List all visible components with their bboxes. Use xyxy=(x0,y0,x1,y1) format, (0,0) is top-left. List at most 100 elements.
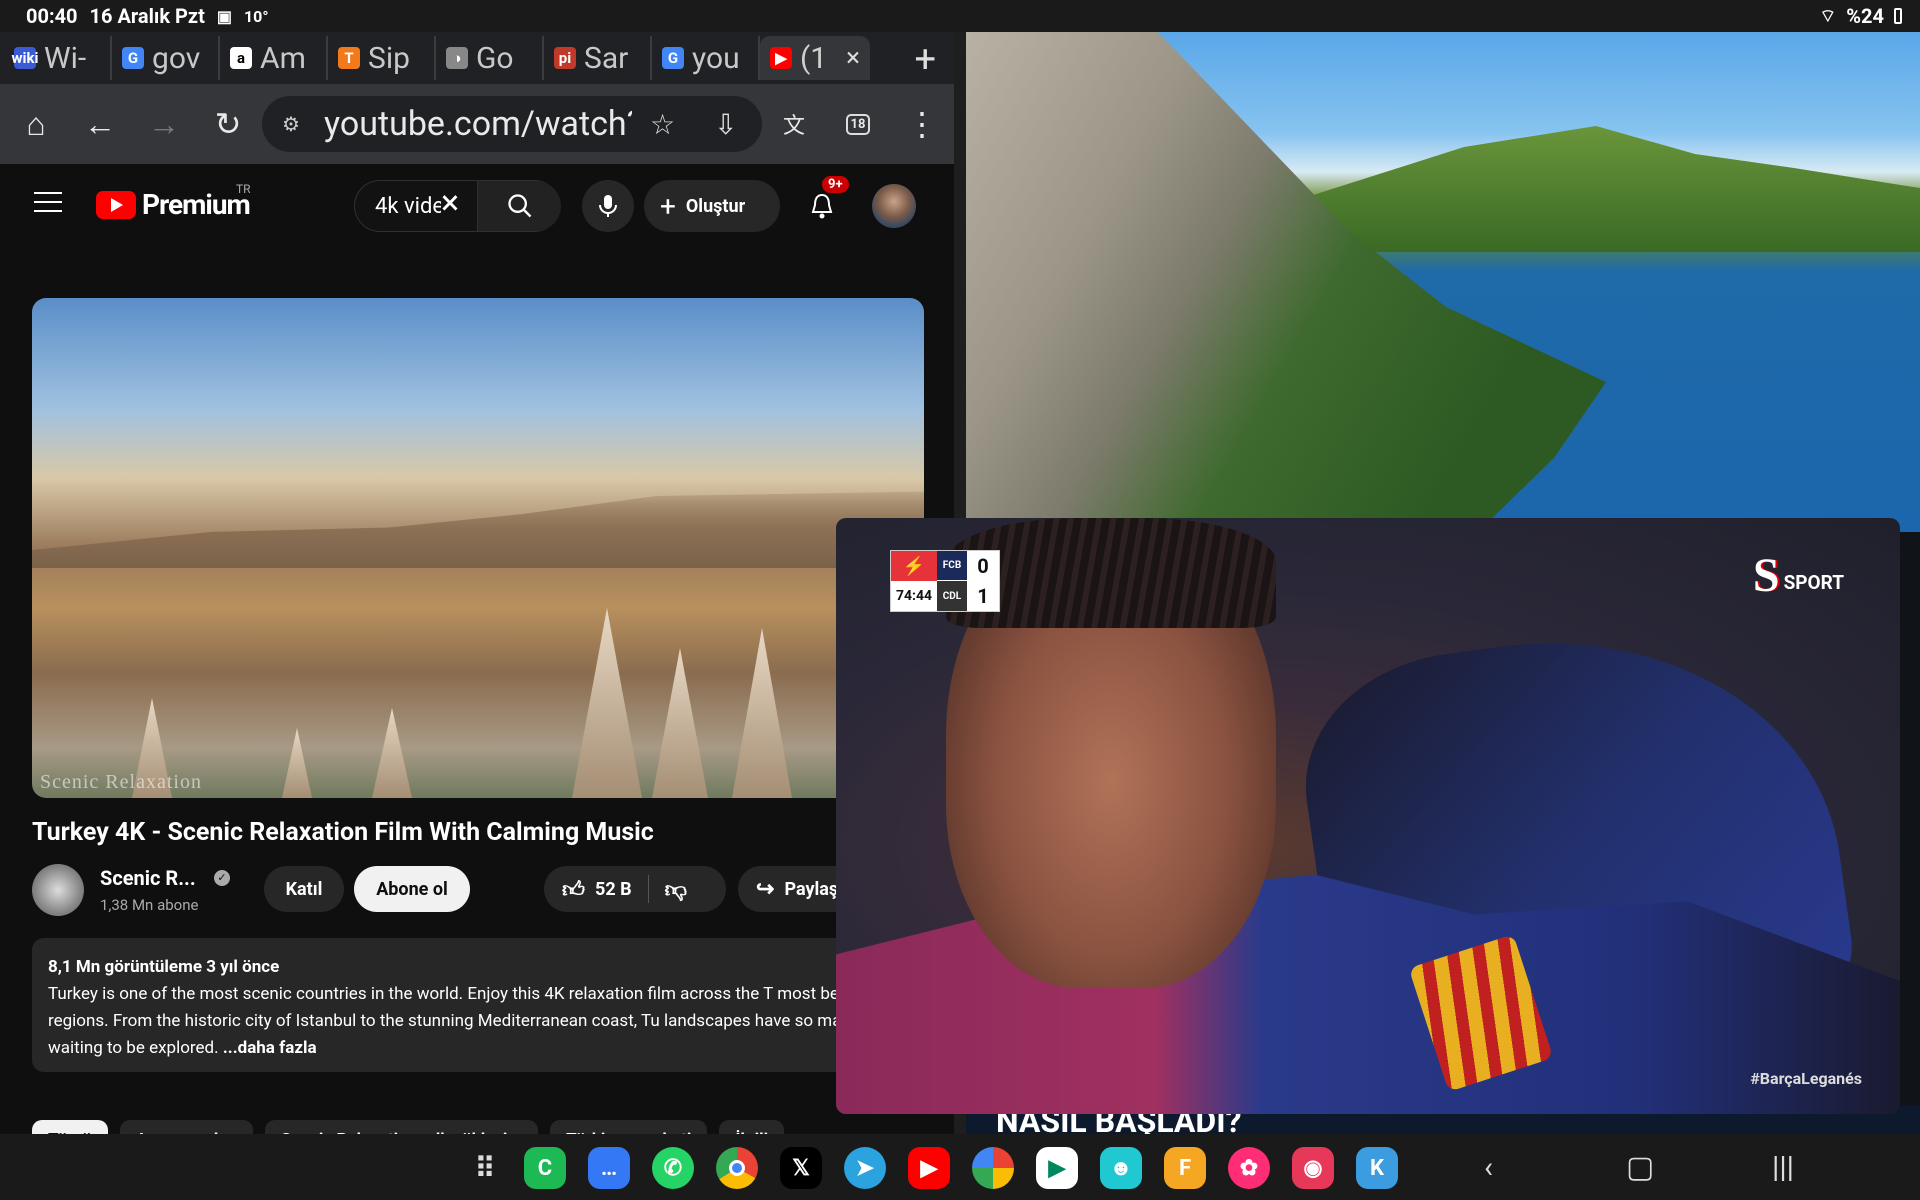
browser-tab[interactable]: ▶ (1 × xyxy=(760,36,870,80)
tab-favicon-icon: T xyxy=(338,47,360,69)
divider xyxy=(647,875,649,903)
nav-home-icon[interactable]: ▢ xyxy=(1626,1150,1654,1185)
nav-recents-icon[interactable]: ||| xyxy=(1772,1150,1794,1185)
scoreboard: ⚡ FCB 0 74:44 CDL 1 xyxy=(890,550,1000,612)
close-tab-icon[interactable]: × xyxy=(846,43,860,73)
verified-icon: ✓ xyxy=(214,870,230,886)
browser-tab[interactable]: a Am xyxy=(220,36,328,80)
home-icon[interactable]: ⌂ xyxy=(16,104,56,144)
browser-tab[interactable]: T Sip xyxy=(328,36,436,80)
messages-app-icon[interactable]: … xyxy=(588,1147,630,1189)
battery-level: %24 xyxy=(1846,4,1884,28)
new-tab-button[interactable]: + xyxy=(914,38,936,82)
broadcaster-name: SPORT xyxy=(1783,571,1844,594)
match-clock: 74:44 xyxy=(891,581,937,611)
site-settings-icon[interactable]: ⚙ xyxy=(282,112,300,136)
nav-back-icon[interactable]: ‹ xyxy=(1484,1150,1493,1185)
hamburger-menu-icon[interactable] xyxy=(34,192,62,212)
play-store-icon[interactable]: ▶ xyxy=(1036,1147,1078,1189)
translate-icon[interactable]: 文 xyxy=(774,104,814,144)
tab-label: Go xyxy=(476,40,514,76)
search-input[interactable]: 4k video xyxy=(375,194,441,219)
channel-avatar[interactable] xyxy=(32,864,84,916)
tab-favicon-icon: ◑ xyxy=(446,47,468,69)
show-more-link[interactable]: ...daha fazla xyxy=(223,1038,317,1058)
youtube-app-icon[interactable]: ▶ xyxy=(908,1147,950,1189)
filter-chip[interactable]: Aramanızdan xyxy=(119,1120,253,1134)
video-frame-rock xyxy=(732,628,792,798)
telegram-icon[interactable]: ➤ xyxy=(844,1147,886,1189)
tab-count: 18 xyxy=(845,113,871,135)
phone-app-icon[interactable]: C xyxy=(524,1147,566,1189)
browser-tab[interactable]: ◑ Go xyxy=(436,36,544,80)
browser-toolbar: ⌂ ← → ↻ ⚙ youtube.com/watch?v ☆ ⇩ 文 18 ⋮ xyxy=(0,84,954,164)
filter-chip[interactable]: İlgili xyxy=(719,1120,785,1134)
home-score: 0 xyxy=(967,551,999,581)
video-player[interactable]: Scenic Relaxation xyxy=(32,298,924,798)
browser-tab[interactable]: pi Sar xyxy=(544,36,652,80)
away-crest-icon: CDL xyxy=(937,581,967,611)
tab-favicon-icon: pi xyxy=(554,47,576,69)
filter-chip[interactable]: Scenic Relaxation adlı yükleyi... xyxy=(264,1120,539,1134)
like-count: 52 B xyxy=(595,878,632,900)
samsung-app-icon[interactable]: ☻ xyxy=(1100,1147,1142,1189)
address-bar[interactable]: ⚙ youtube.com/watch?v ☆ ⇩ xyxy=(262,96,762,152)
channel-name[interactable]: Scenic R... xyxy=(100,866,196,890)
thumbs-down-icon[interactable]: 👎︎ xyxy=(665,876,687,903)
youtube-logo[interactable]: Premium TR xyxy=(96,182,251,221)
search-icon xyxy=(507,194,531,218)
whatsapp-icon[interactable]: ✆ xyxy=(652,1147,694,1189)
app-drawer-icon[interactable]: ⠿ xyxy=(464,1147,506,1189)
browser-tab[interactable]: wiki Wi- xyxy=(4,36,112,80)
more-menu-icon[interactable]: ⋮ xyxy=(902,104,942,144)
tab-switcher-button[interactable]: 18 xyxy=(838,104,878,144)
home-crest-icon: FCB xyxy=(937,551,967,581)
photos-icon[interactable] xyxy=(972,1147,1014,1189)
search-box[interactable]: 4k video × xyxy=(354,180,561,232)
create-button[interactable]: + Oluştur xyxy=(644,180,780,232)
browser-window: wiki Wi- Ggov a Am T Sip ◑ Go pi Sar Gyou ▶ (1 × + ⌂ ← … xyxy=(0,32,954,1134)
subscribe-button[interactable]: Abone ol xyxy=(354,866,470,912)
chrome-icon[interactable] xyxy=(716,1147,758,1189)
video-frame-rock xyxy=(572,608,642,798)
files-icon[interactable]: F xyxy=(1164,1147,1206,1189)
bell-icon xyxy=(811,193,833,219)
landscape-video[interactable] xyxy=(966,32,1920,532)
like-button[interactable]: 👍︎ 52 B xyxy=(562,876,632,903)
subscribe-label: Abone ol xyxy=(376,878,448,900)
s-logo-icon: S xyxy=(1752,549,1780,602)
browser-tab[interactable]: Ggov xyxy=(112,36,220,80)
youtube-header: Premium TR 4k video × + Oluştur 9+ xyxy=(0,164,954,248)
like-dislike-group: 👍︎ 52 B 👎︎ xyxy=(544,866,726,912)
filter-chip[interactable]: Türkiye seyahati xyxy=(550,1120,708,1134)
description-box[interactable]: 8,1 Mn görüntüleme 3 yıl önce Turkey is … xyxy=(32,938,932,1072)
browser-tab[interactable]: Gyou xyxy=(652,36,760,80)
filter-chip[interactable]: Tümü xyxy=(32,1120,108,1134)
camera-icon[interactable]: ◉ xyxy=(1292,1147,1334,1189)
pip-video-player[interactable]: ⚡ FCB 0 74:44 CDL 1 S SPORT #BarçaLegané… xyxy=(836,518,1900,1114)
youtube-page: Premium TR 4k video × + Oluştur 9+ xyxy=(0,164,954,1134)
view-stats: 8,1 Mn görüntüleme 3 yıl önce xyxy=(48,957,280,977)
video-title: Turkey 4K - Scenic Relaxation Film With … xyxy=(32,818,654,847)
clear-search-icon[interactable]: × xyxy=(441,183,459,223)
thumbs-up-icon: 👍︎ xyxy=(562,877,585,903)
tab-favicon-icon: a xyxy=(230,47,252,69)
search-button[interactable] xyxy=(477,181,561,231)
url-text[interactable]: youtube.com/watch?v xyxy=(324,104,632,144)
account-avatar[interactable] xyxy=(872,184,916,228)
voice-search-button[interactable] xyxy=(582,180,634,232)
k-app-icon[interactable]: K xyxy=(1356,1147,1398,1189)
download-icon[interactable]: ⇩ xyxy=(714,108,737,141)
status-time: 00:40 xyxy=(26,4,78,28)
tab-label: Sip xyxy=(368,40,410,76)
join-button[interactable]: Katıl xyxy=(264,866,344,912)
tab-favicon-icon: G xyxy=(122,47,144,69)
x-app-icon[interactable]: 𝕏 xyxy=(780,1147,822,1189)
back-icon[interactable]: ← xyxy=(80,104,120,144)
reload-icon[interactable]: ↻ xyxy=(208,104,248,144)
join-label: Katıl xyxy=(285,878,323,900)
tab-label: Wi- xyxy=(44,40,87,76)
forward-icon[interactable]: → xyxy=(144,104,184,144)
bookmark-star-icon[interactable]: ☆ xyxy=(650,108,675,141)
flower-app-icon[interactable]: ✿ xyxy=(1228,1147,1270,1189)
